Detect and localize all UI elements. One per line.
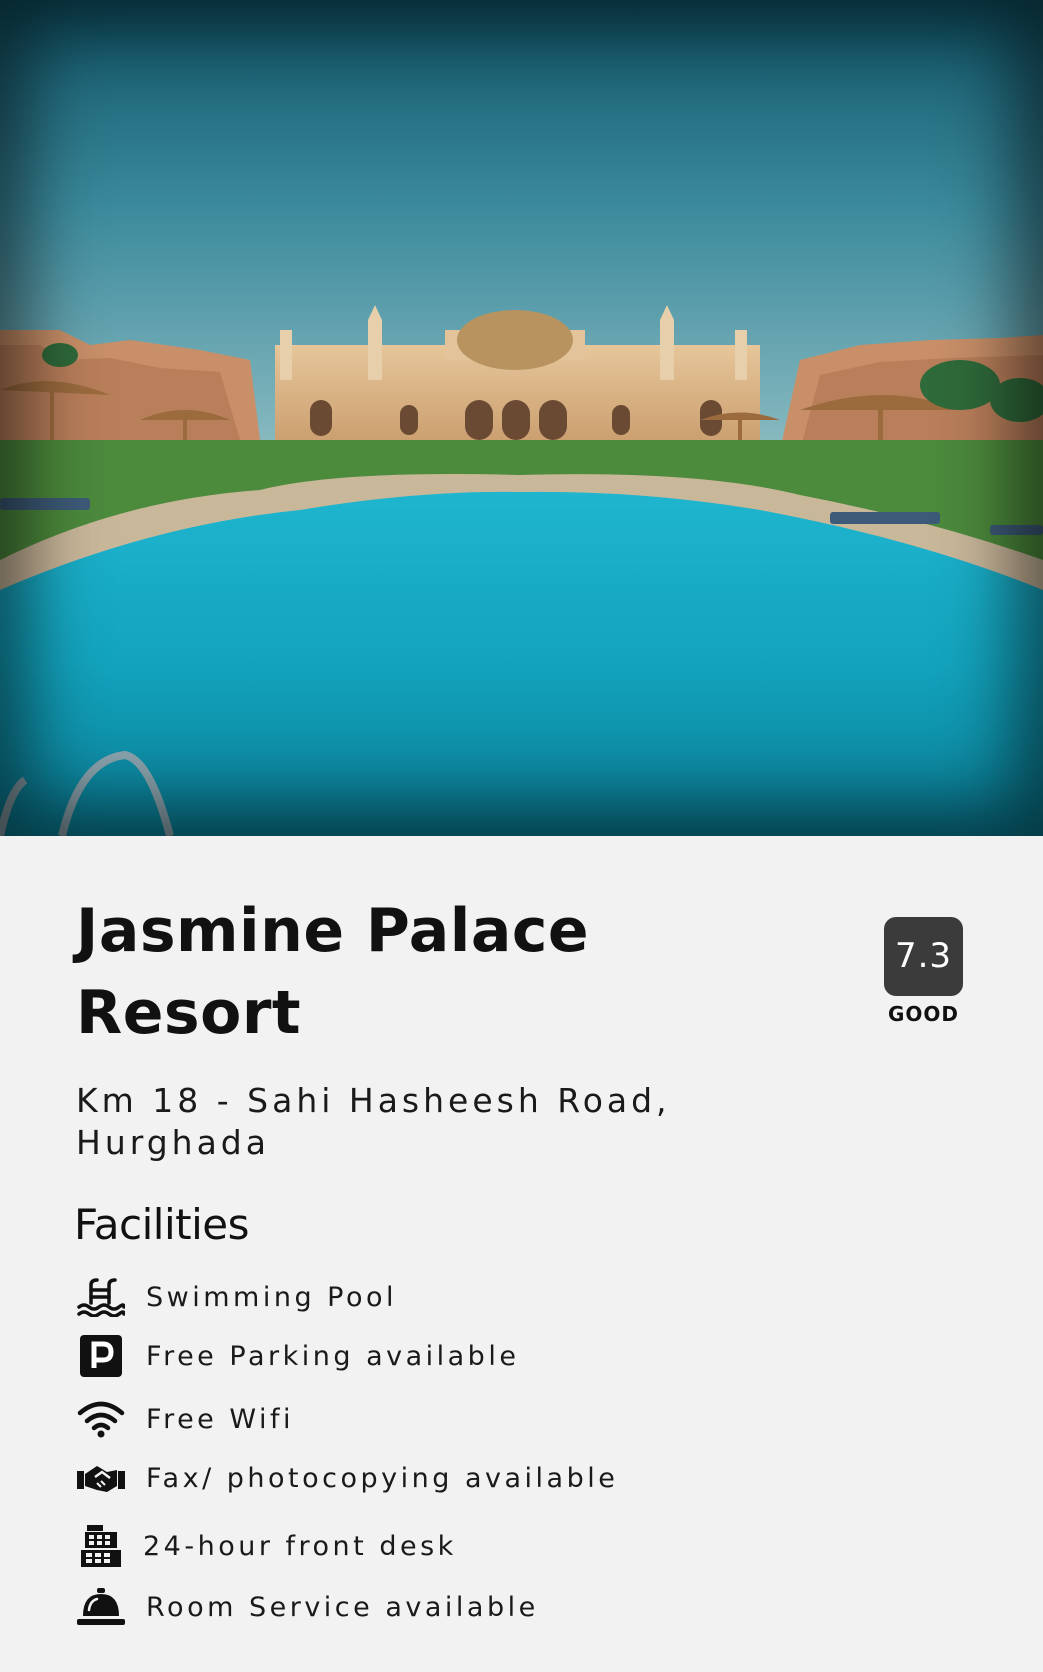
front-desk-icon bbox=[76, 1521, 126, 1571]
facilities-heading: Facilities bbox=[74, 1200, 250, 1249]
facility-item-swimming-pool: Swimming Pool bbox=[76, 1272, 397, 1322]
hotel-detail-page: Jasmine Palace Resort Km 18 - Sahi Hashe… bbox=[0, 0, 1043, 1672]
hotel-name: Jasmine Palace Resort bbox=[76, 896, 590, 1048]
facility-label: Swimming Pool bbox=[146, 1281, 398, 1313]
facility-item-room-service: Room Service available bbox=[76, 1582, 539, 1632]
parking-icon bbox=[76, 1331, 126, 1381]
facility-item-parking: Free Parking available bbox=[76, 1331, 519, 1381]
facility-label: Free Wifi bbox=[146, 1403, 294, 1435]
facility-label: Fax/ photocopying available bbox=[146, 1462, 619, 1494]
rating: 7.3 GOOD bbox=[884, 917, 963, 1026]
facility-item-front-desk: 24-hour front desk bbox=[76, 1521, 457, 1571]
hotel-address: Km 18 - Sahi Hasheesh Road, Hurghada bbox=[76, 1081, 671, 1162]
room-service-bell-icon bbox=[76, 1582, 126, 1632]
facility-label: Free Parking available bbox=[146, 1340, 520, 1372]
hotel-photo bbox=[0, 0, 1043, 836]
hotel-details: Jasmine Palace Resort Km 18 - Sahi Hashe… bbox=[76, 890, 976, 1164]
fax-icon bbox=[76, 1453, 126, 1503]
swimming-pool-icon bbox=[76, 1272, 126, 1322]
rating-label: GOOD bbox=[887, 1002, 960, 1026]
facility-label: 24-hour front desk bbox=[143, 1530, 457, 1562]
rating-score-badge: 7.3 bbox=[884, 917, 963, 996]
facility-item-wifi: Free Wifi bbox=[76, 1394, 294, 1444]
facility-item-fax: Fax/ photocopying available bbox=[76, 1453, 618, 1503]
facility-label: Room Service available bbox=[146, 1591, 539, 1623]
wifi-icon bbox=[76, 1394, 126, 1444]
